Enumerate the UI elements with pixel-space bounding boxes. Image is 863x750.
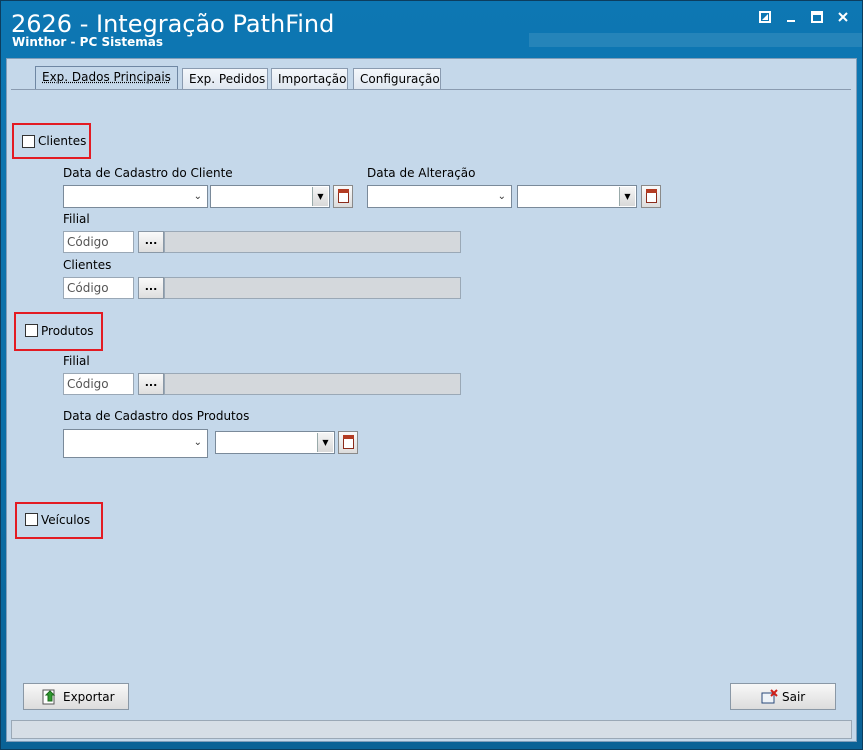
- main-panel: Exp. Dados Principais Exp. Pedidos Impor…: [6, 58, 857, 742]
- minimize-icon[interactable]: [783, 11, 799, 27]
- clientes-clientes-label: Clientes: [63, 258, 112, 272]
- produtos-checkbox[interactable]: [25, 324, 38, 337]
- export-icon: [42, 689, 58, 705]
- clientes-checkbox-label: Clientes: [38, 134, 87, 148]
- dropdown-arrow-icon[interactable]: ▼: [317, 433, 333, 452]
- maximize-icon[interactable]: [809, 11, 825, 27]
- clientes-code-input[interactable]: Código: [63, 277, 134, 299]
- clientes-filial-lookup-button[interactable]: ...: [138, 231, 164, 253]
- data-alteracao-label: Data de Alteração: [367, 166, 476, 180]
- sair-label: Sair: [782, 690, 806, 704]
- exit-icon: [761, 689, 778, 705]
- window-title: 2626 - Integração PathFind: [11, 10, 335, 38]
- data-alteracao-date[interactable]: ▼: [517, 185, 637, 208]
- calendar-icon[interactable]: [641, 185, 661, 208]
- veiculos-checkbox-label: Veículos: [41, 513, 91, 527]
- window-subtitle: Winthor - PC Sistemas: [12, 35, 163, 49]
- tab-exp-dados-principais[interactable]: Exp. Dados Principais: [35, 66, 178, 89]
- dropdown-arrow-icon[interactable]: ▼: [619, 187, 635, 206]
- sair-button[interactable]: Sair: [730, 683, 836, 710]
- clientes-filial-code-input[interactable]: Código: [63, 231, 134, 253]
- produtos-filial-lookup-button[interactable]: ...: [138, 373, 164, 395]
- data-cadastro-cliente-combo[interactable]: ⌄: [63, 185, 208, 208]
- tab-configuracao[interactable]: Configuração: [353, 68, 441, 89]
- close-icon[interactable]: [835, 11, 851, 27]
- app-window: 2626 - Integração PathFind Winthor - PC …: [0, 0, 863, 750]
- produtos-checkbox-label: Produtos: [41, 324, 94, 338]
- chevron-down-icon: ⌄: [193, 437, 202, 448]
- data-alteracao-combo[interactable]: ⌄: [367, 185, 512, 208]
- calendar-icon[interactable]: [338, 431, 358, 454]
- clientes-checkbox[interactable]: [22, 135, 35, 148]
- chevron-down-icon: ⌄: [193, 191, 202, 202]
- data-cadastro-cliente-date[interactable]: ▼: [210, 185, 330, 208]
- tab-divider: [11, 89, 851, 90]
- dropdown-arrow-icon[interactable]: ▼: [312, 187, 328, 206]
- tab-importacao[interactable]: Importação: [271, 68, 348, 89]
- clientes-lookup-button[interactable]: ...: [138, 277, 164, 299]
- data-cadastro-produtos-combo[interactable]: ⌄: [63, 429, 208, 458]
- title-bar[interactable]: 2626 - Integração PathFind Winthor - PC …: [1, 1, 862, 57]
- exportar-button[interactable]: Exportar: [23, 683, 129, 710]
- calendar-icon[interactable]: [333, 185, 353, 208]
- produtos-filial-label: Filial: [63, 354, 90, 368]
- produtos-filial-description: [164, 373, 461, 395]
- data-cadastro-produtos-label: Data de Cadastro dos Produtos: [63, 409, 250, 423]
- data-cadastro-cliente-label: Data de Cadastro do Cliente: [63, 166, 233, 180]
- data-cadastro-produtos-date[interactable]: ▼: [215, 431, 335, 454]
- veiculos-checkbox[interactable]: [25, 513, 38, 526]
- restore-icon[interactable]: [757, 11, 773, 27]
- clientes-filial-label: Filial: [63, 212, 90, 226]
- chevron-down-icon: ⌄: [497, 191, 506, 202]
- clientes-description: [164, 277, 461, 299]
- tab-exp-pedidos[interactable]: Exp. Pedidos: [182, 68, 268, 89]
- exportar-label: Exportar: [63, 690, 115, 704]
- clientes-filial-description: [164, 231, 461, 253]
- produtos-filial-code-input[interactable]: Código: [63, 373, 134, 395]
- status-bar: [11, 720, 852, 739]
